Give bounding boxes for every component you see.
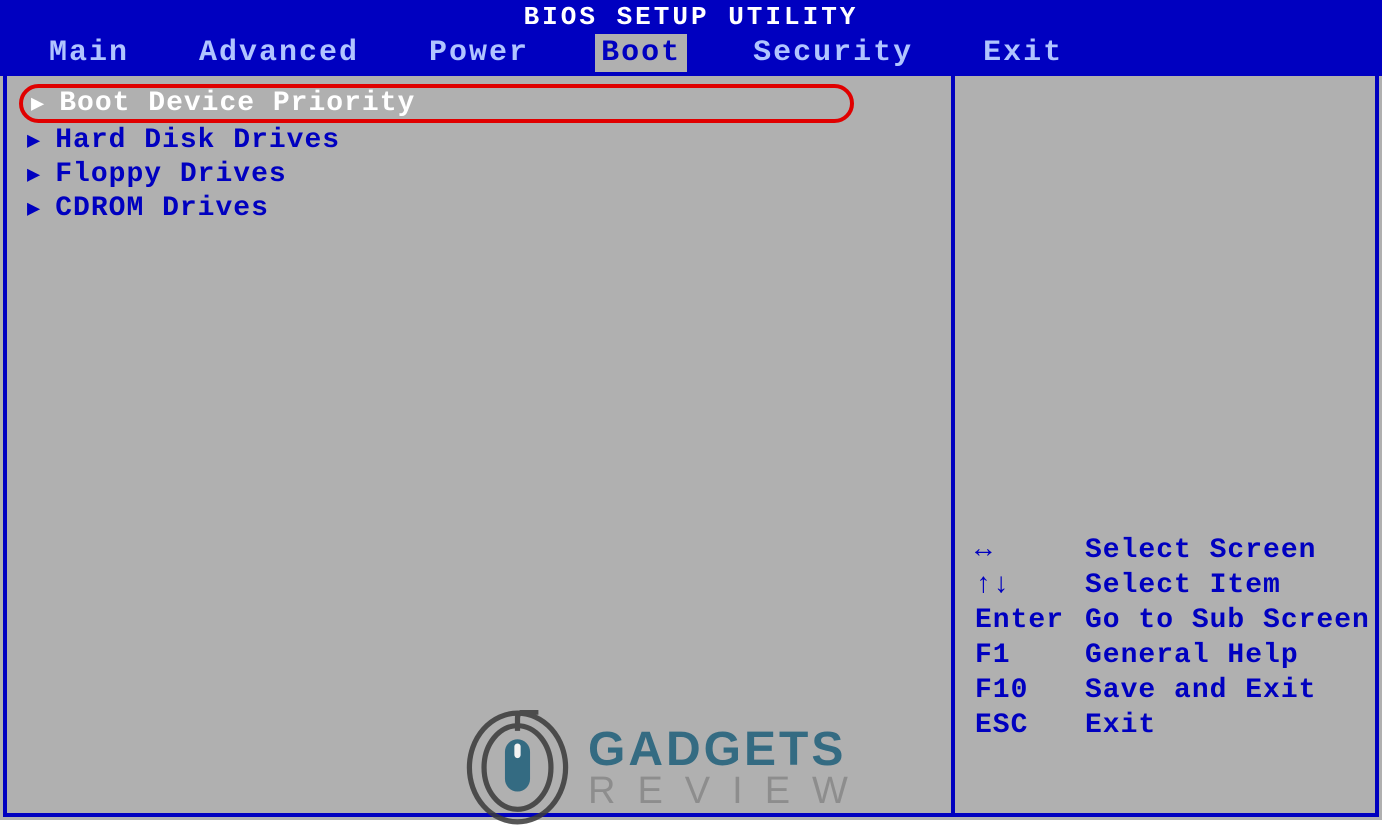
help-desc: Save and Exit bbox=[1085, 673, 1316, 708]
mouse-icon bbox=[465, 710, 570, 825]
help-desc: General Help bbox=[1085, 638, 1299, 673]
menu-item-label: Floppy Drives bbox=[55, 159, 286, 190]
help-key: ↑↓ bbox=[975, 568, 1085, 603]
triangle-right-icon: ▶ bbox=[27, 162, 41, 188]
menu-item-cdrom-drives[interactable]: ▶ CDROM Drives bbox=[19, 192, 939, 225]
triangle-right-icon: ▶ bbox=[27, 196, 41, 222]
tab-security[interactable]: Security bbox=[749, 36, 917, 70]
help-key: F1 bbox=[975, 638, 1085, 673]
help-row-f1: F1 General Help bbox=[975, 638, 1370, 673]
watermark-text-top: GADGETS bbox=[588, 726, 870, 774]
tab-boot[interactable]: Boot bbox=[595, 34, 687, 72]
menu-item-boot-device-priority[interactable]: ▶ Boot Device Priority bbox=[19, 84, 854, 123]
tab-main[interactable]: Main bbox=[45, 36, 133, 70]
menu-item-label: Boot Device Priority bbox=[59, 88, 415, 119]
help-row-select-screen: ↔ Select Screen bbox=[975, 533, 1370, 568]
main-panel: ▶ Boot Device Priority ▶ Hard Disk Drive… bbox=[7, 76, 955, 813]
tab-exit[interactable]: Exit bbox=[979, 36, 1067, 70]
watermark-logo: GADGETS REVIEW bbox=[465, 710, 870, 825]
tab-advanced[interactable]: Advanced bbox=[195, 36, 363, 70]
help-row-esc: ESC Exit bbox=[975, 708, 1370, 743]
help-desc: Select Screen bbox=[1085, 533, 1316, 568]
help-key: Enter bbox=[975, 603, 1085, 638]
watermark-text: GADGETS REVIEW bbox=[588, 726, 870, 810]
menu-item-floppy-drives[interactable]: ▶ Floppy Drives bbox=[19, 158, 939, 191]
triangle-right-icon: ▶ bbox=[31, 91, 45, 117]
help-row-f10: F10 Save and Exit bbox=[975, 673, 1370, 708]
watermark-text-bottom: REVIEW bbox=[588, 772, 870, 810]
help-desc: Exit bbox=[1085, 708, 1156, 743]
menu-item-label: CDROM Drives bbox=[55, 193, 269, 224]
help-panel: ↔ Select Screen ↑↓ Select Item Enter Go … bbox=[955, 76, 1375, 813]
tab-power[interactable]: Power bbox=[425, 36, 533, 70]
help-row-enter: Enter Go to Sub Screen bbox=[975, 603, 1370, 638]
help-key: ↔ bbox=[975, 533, 1085, 568]
bios-title: BIOS SETUP UTILITY bbox=[0, 0, 1382, 30]
help-key: F10 bbox=[975, 673, 1085, 708]
menu-item-hard-disk-drives[interactable]: ▶ Hard Disk Drives bbox=[19, 124, 939, 157]
help-list: ↔ Select Screen ↑↓ Select Item Enter Go … bbox=[975, 533, 1370, 743]
help-desc: Select Item bbox=[1085, 568, 1281, 603]
content-area: ▶ Boot Device Priority ▶ Hard Disk Drive… bbox=[3, 76, 1379, 817]
help-desc: Go to Sub Screen bbox=[1085, 603, 1370, 638]
bios-window: BIOS SETUP UTILITY Main Advanced Power B… bbox=[0, 0, 1382, 820]
menu-item-label: Hard Disk Drives bbox=[55, 125, 340, 156]
header-bar: BIOS SETUP UTILITY Main Advanced Power B… bbox=[0, 0, 1382, 76]
help-row-select-item: ↑↓ Select Item bbox=[975, 568, 1370, 603]
help-key: ESC bbox=[975, 708, 1085, 743]
triangle-right-icon: ▶ bbox=[27, 128, 41, 154]
tabs-row: Main Advanced Power Boot Security Exit bbox=[0, 30, 1382, 76]
